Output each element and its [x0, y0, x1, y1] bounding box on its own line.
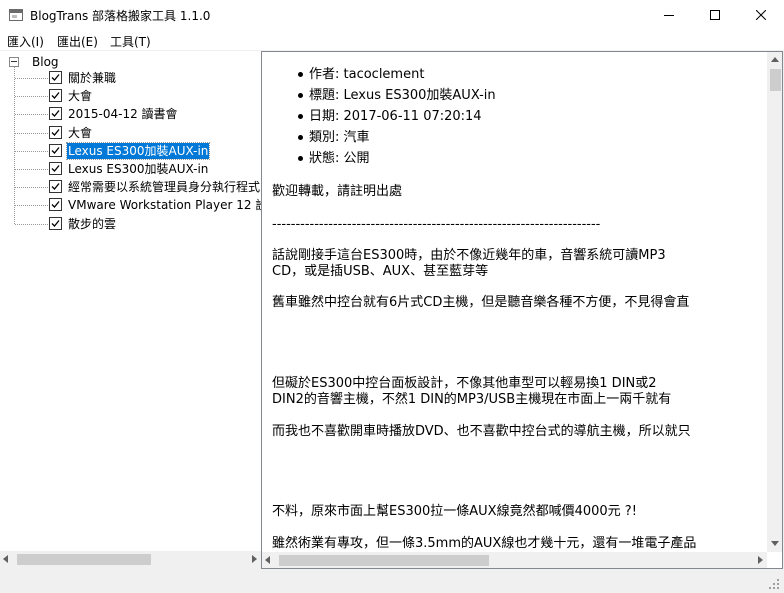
scroll-down-icon[interactable] [771, 541, 779, 546]
tree-item[interactable]: Lexus ES300加裝AUX-in [0, 160, 261, 178]
paragraph: 歡迎轉載，請註明出處 [272, 184, 403, 199]
tree-guide-line [15, 78, 48, 79]
paragraph: 話說剛接手這台ES300時，由於不像近幾年的車，音響系統可讀MP3 [272, 248, 666, 263]
checkmark-icon [51, 219, 60, 227]
tree-item-label[interactable]: VMware Workstation Player 12 設定 [67, 197, 261, 213]
content-vertical-scrollbar[interactable] [767, 52, 782, 552]
tree-item[interactable]: 大會 [0, 87, 261, 105]
tree-item-label[interactable]: 大會 [67, 88, 93, 104]
meta-category: 類別: 汽車 [298, 127, 496, 148]
close-button[interactable] [738, 0, 784, 30]
checkmark-icon [51, 128, 60, 136]
post-tree[interactable]: Blog 關於兼職 大會 2015-04-12 讀書會 大會 Lexus ES300加裝… [0, 51, 261, 551]
tree-item-label[interactable]: 2015-04-12 讀書會 [67, 106, 179, 122]
item-checkbox[interactable] [49, 143, 62, 157]
post-content: 作者: tacoclement 標題: Lexus ES300加裝AUX-in … [262, 52, 767, 552]
content-horizontal-scrollbar[interactable] [262, 552, 767, 568]
maximize-icon [710, 10, 720, 20]
paragraph: 雖然術業有專攻，但一條3.5mm的AUX線也才幾十元，還有一堆電子產品 [272, 536, 697, 551]
paragraph: 而我也不喜歡開車時播放DVD、也不喜歡中控台式的導航主機，所以就只 [272, 424, 691, 439]
menu-tools[interactable]: 工具(T) [110, 33, 151, 50]
tree-guide-line [15, 150, 48, 152]
tree-guide-line [15, 132, 48, 134]
meta-status: 狀態: 公開 [298, 148, 496, 169]
checkmark-icon [51, 146, 60, 154]
tree-item[interactable]: 散步的雲 [0, 215, 261, 233]
tree-root-blog[interactable]: Blog [32, 55, 59, 69]
menu-export[interactable]: 匯出(E) [57, 33, 98, 50]
meta-author: 作者: tacoclement [298, 64, 496, 85]
item-checkbox[interactable] [49, 71, 62, 84]
checkmark-icon [51, 74, 60, 81]
tree-guide-line [15, 96, 48, 98]
post-meta-list: 作者: tacoclement 標題: Lexus ES300加裝AUX-in … [298, 64, 496, 169]
maximize-button[interactable] [692, 0, 738, 30]
checkmark-icon [51, 92, 60, 100]
tree-guide-line [15, 223, 48, 225]
app-icon [9, 9, 23, 21]
tree-item-label[interactable]: 關於兼職 [67, 70, 117, 86]
item-checkbox[interactable] [49, 107, 62, 121]
paragraph: 但礙於ES300中控台面板設計，不像其他車型可以輕易換1 DIN或2 [272, 376, 657, 391]
tree-item[interactable]: 2015-04-12 讀書會 [0, 105, 261, 123]
menu-import[interactable]: 匯入(I) [7, 33, 44, 50]
item-checkbox[interactable] [49, 125, 62, 139]
scroll-right-icon[interactable] [758, 556, 763, 564]
scrollbar-thumb[interactable] [17, 554, 151, 565]
menu-bar: 匯入(I) 匯出(E) 工具(T) [0, 30, 784, 50]
tree-item[interactable]: Lexus ES300加裝AUX-in [0, 141, 261, 160]
close-icon [756, 10, 766, 20]
paragraph: DIN2的音響主機，不然1 DIN的MP3/USB主機現在市面上一兩千就有 [272, 392, 672, 407]
tree-horizontal-scrollbar[interactable] [0, 551, 261, 568]
item-checkbox[interactable] [49, 198, 62, 212]
tree-guide-line [15, 169, 48, 170]
tree-guide-line [15, 187, 48, 189]
tree-item[interactable]: 大會 [0, 124, 261, 142]
meta-date: 日期: 2017-06-11 07:20:14 [298, 106, 496, 127]
checkmark-icon [51, 201, 60, 209]
post-preview-pane[interactable]: 作者: tacoclement 標題: Lexus ES300加裝AUX-in … [261, 51, 783, 569]
tree-item-label[interactable]: 大會 [67, 125, 93, 141]
paragraph: CD，或是插USB、AUX、甚至藍芽等 [272, 264, 489, 279]
scroll-left-icon[interactable] [3, 555, 8, 563]
item-checkbox[interactable] [49, 216, 62, 230]
checkmark-icon [51, 183, 60, 191]
collapse-icon[interactable] [9, 57, 19, 67]
tree-item-label[interactable]: Lexus ES300加裝AUX-in [65, 141, 211, 160]
resize-grip-icon[interactable] [768, 578, 780, 590]
tree-item[interactable]: 經常需要以系統管理員身分執行程式的 [0, 178, 261, 196]
tree-item[interactable]: VMware Workstation Player 12 設定 [0, 196, 261, 214]
scroll-left-icon[interactable] [265, 556, 270, 564]
minimize-button[interactable] [646, 0, 692, 30]
meta-title: 標題: Lexus ES300加裝AUX-in [298, 85, 496, 106]
title-bar[interactable]: BlogTrans 部落格搬家工具 1.1.0 [0, 0, 784, 30]
minimize-icon [664, 15, 674, 16]
checkmark-icon [51, 165, 60, 172]
item-checkbox[interactable] [49, 162, 62, 175]
paragraph: 舊車雖然中控台就有6片式CD主機，但是聽音樂各種不方便，不見得會直 [272, 295, 690, 310]
paragraph: 不料，原來市面上幫ES300拉一條AUX線竟然都喊價4000元 ?! [272, 504, 637, 519]
tree-item-label[interactable]: Lexus ES300加裝AUX-in [67, 161, 209, 177]
tree-item-label[interactable]: 經常需要以系統管理員身分執行程式的 [67, 179, 261, 195]
scrollbar-thumb[interactable] [279, 555, 489, 566]
tree-item[interactable]: 關於兼職 [0, 69, 261, 87]
status-bar [0, 570, 784, 593]
checkmark-icon [51, 110, 60, 118]
separator-line: ----------------------------------------… [272, 217, 601, 232]
scroll-right-icon[interactable] [252, 555, 257, 563]
scroll-up-icon[interactable] [771, 57, 779, 62]
item-checkbox[interactable] [49, 89, 62, 103]
tree-item-label[interactable]: 散步的雲 [67, 216, 117, 232]
tree-guide-line [15, 205, 48, 207]
tree-guide-line [15, 114, 48, 116]
scrollbar-thumb[interactable] [770, 69, 781, 91]
window-title: BlogTrans 部落格搬家工具 1.1.0 [30, 9, 211, 23]
item-checkbox[interactable] [49, 180, 62, 194]
